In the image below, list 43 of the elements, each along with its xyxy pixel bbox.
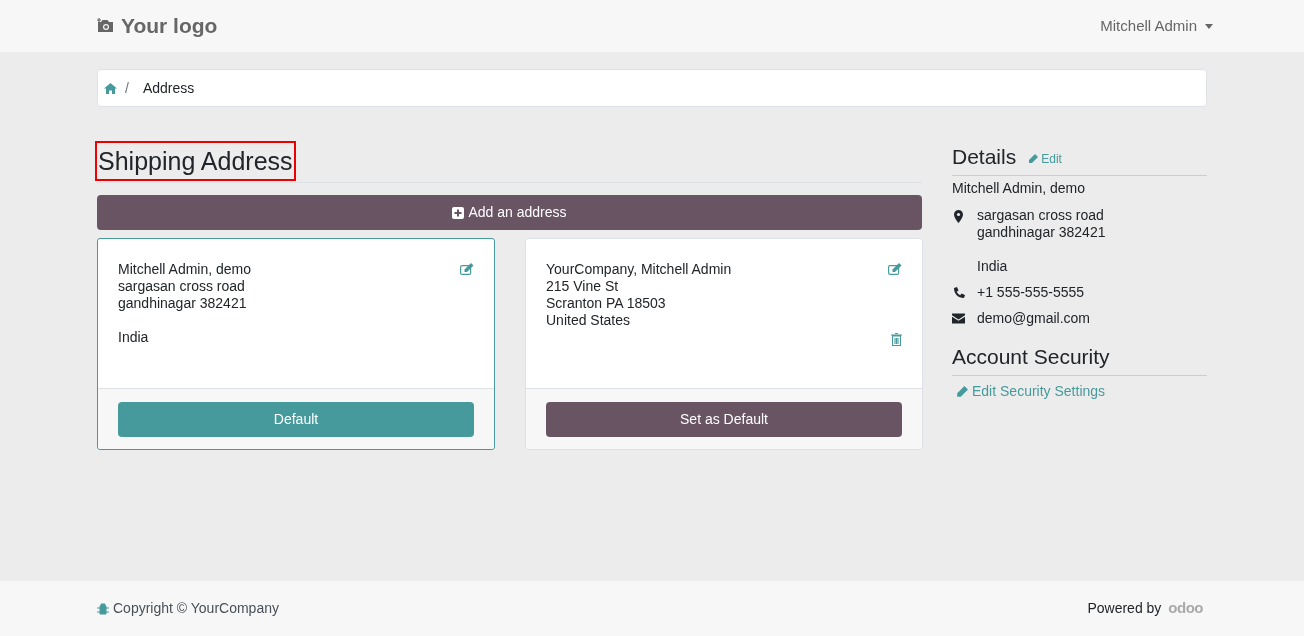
breadcrumb-current: Address [142, 78, 195, 98]
address-line: United States [546, 312, 632, 329]
address-card[interactable]: Mitchell Admin, demo sargasan cross road gandhinagar 382421 India Default [97, 238, 495, 450]
address-card[interactable]: YourCompany, Mitchell Admin 215 Vine St Scranton PA 18503 United States Set as Default [525, 238, 923, 450]
home-icon[interactable] [104, 82, 117, 94]
edit-icon[interactable] [460, 263, 474, 275]
address-line: 215 Vine St [546, 278, 620, 295]
set-default-button[interactable]: Set as Default [546, 401, 902, 437]
plus-square-icon [452, 206, 465, 219]
address-line: gandhinagar 382421 [977, 224, 1106, 241]
phone-text: +1 555-555-5555 [977, 284, 1085, 301]
envelope-icon [952, 313, 965, 324]
details-heading: Details [952, 145, 1017, 169]
pencil-icon [956, 385, 968, 398]
security-heading: Account Security [952, 345, 1207, 376]
address-line: gandhinagar 382421 [118, 295, 248, 312]
pencil-icon [1028, 154, 1039, 164]
copyright-text: Copyright © YourCompany [113, 599, 279, 618]
breadcrumb-separator: / [125, 78, 129, 98]
email-text: demo@gmail.com [977, 310, 1091, 327]
edit-link[interactable]: Edit [1028, 150, 1062, 168]
address-line: Scranton PA 18503 [546, 295, 667, 312]
section-heading: Shipping Address [97, 143, 294, 179]
customer-name: Mitchell Admin, demo [952, 179, 1087, 198]
phone-icon [952, 287, 965, 299]
address-line: India [977, 258, 1009, 275]
add-address-button[interactable]: Add an address [97, 195, 922, 230]
default-button[interactable]: Default [118, 401, 474, 437]
camera-icon [97, 18, 115, 34]
address-line: India [118, 329, 150, 346]
address-line: YourCompany, Mitchell Admin [546, 261, 732, 278]
powered-by-text: Powered by [1087, 599, 1162, 618]
address-line: Mitchell Admin, demo [118, 261, 252, 278]
edit-security-link[interactable]: Edit Security Settings [952, 381, 1207, 402]
map-pin-icon [954, 210, 963, 223]
address-line: sargasan cross road [977, 207, 1105, 224]
bug-icon [97, 602, 109, 615]
address-line: sargasan cross road [118, 278, 246, 295]
logo[interactable]: Your logo [121, 10, 218, 42]
trash-icon[interactable] [891, 333, 902, 346]
caret-icon [1205, 23, 1213, 29]
user-menu[interactable]: Mitchell Admin [1100, 14, 1213, 38]
edit-icon[interactable] [888, 263, 902, 275]
